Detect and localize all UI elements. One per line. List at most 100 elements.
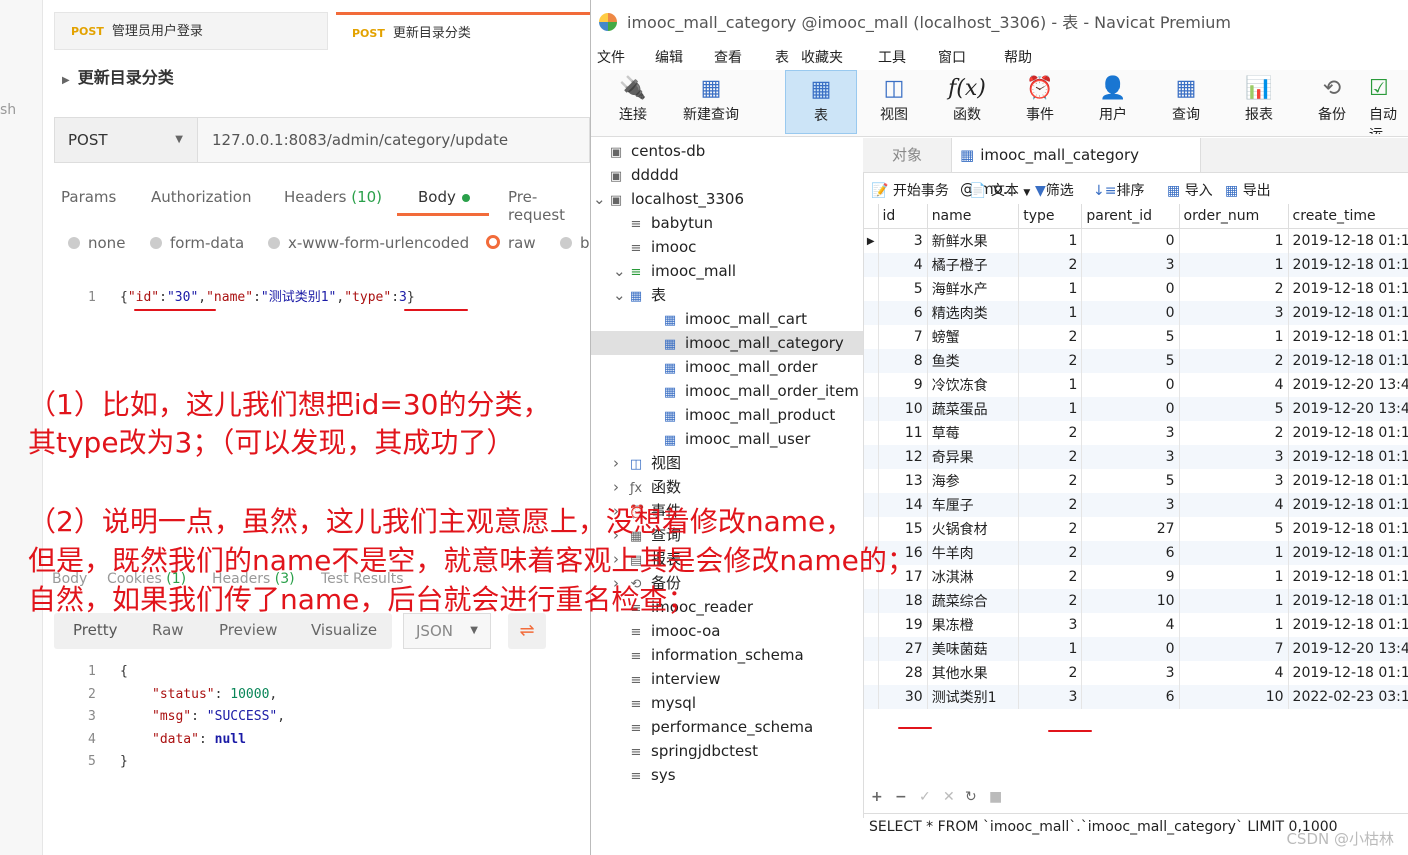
cell-name[interactable]: 奇异果: [927, 445, 1020, 469]
cell-id[interactable]: 10: [878, 397, 928, 421]
radio-binary[interactable]: b: [560, 234, 590, 252]
stop-icon[interactable]: ■: [989, 789, 1002, 805]
tree-item[interactable]: ▣ centos-db: [591, 139, 863, 163]
filter-button[interactable]: ▼筛选: [1035, 180, 1074, 200]
cell-type[interactable]: 1: [1018, 397, 1083, 421]
column-header-name[interactable]: name: [927, 204, 1020, 229]
tab-update-category[interactable]: POST 更新目录分类: [336, 12, 590, 50]
menu-favorites[interactable]: 收藏夹: [801, 47, 843, 67]
view-pretty[interactable]: Pretty: [73, 621, 118, 639]
cell-create-time[interactable]: 2019-12-18 01:1: [1288, 469, 1408, 493]
table-row[interactable]: 12 奇异果 2 3 3 2019-12-18 01:1: [864, 445, 1408, 469]
cell-name[interactable]: 橘子橙子: [927, 253, 1020, 277]
tree-item[interactable]: ≡ babytun: [591, 211, 863, 235]
sort-button[interactable]: ↓≡排序: [1093, 180, 1144, 200]
toolbar-report[interactable]: 📊 报表: [1223, 70, 1295, 134]
cell-parent-id[interactable]: 10: [1081, 589, 1180, 613]
cell-order-num[interactable]: 3: [1179, 301, 1289, 325]
cell-name[interactable]: 冰淇淋: [927, 565, 1020, 589]
column-header-id[interactable]: id: [878, 204, 928, 229]
table-row[interactable]: 17 冰淇淋 2 9 1 2019-12-18 01:1: [864, 565, 1408, 589]
cell-type[interactable]: 2: [1018, 541, 1083, 565]
cell-create-time[interactable]: 2019-12-18 01:1: [1288, 253, 1408, 277]
refresh-icon[interactable]: ↻: [965, 789, 977, 805]
cell-parent-id[interactable]: 0: [1081, 637, 1180, 661]
cell-name[interactable]: 海参: [927, 469, 1020, 493]
tree-item[interactable]: ≡ mysql: [591, 691, 863, 715]
toolbar-function[interactable]: f(x) 函数: [931, 70, 1003, 134]
tree-item[interactable]: › ◫ 视图: [591, 451, 863, 475]
cell-name[interactable]: 美味菌菇: [927, 637, 1020, 661]
table-row[interactable]: 27 美味菌菇 1 0 7 2019-12-20 13:4: [864, 637, 1408, 661]
cell-type[interactable]: 2: [1018, 565, 1083, 589]
cell-create-time[interactable]: 2019-12-18 01:1: [1288, 277, 1408, 301]
cell-create-time[interactable]: 2019-12-18 01:1: [1288, 565, 1408, 589]
cell-order-num[interactable]: 4: [1179, 661, 1289, 685]
cell-order-num[interactable]: 5: [1179, 517, 1289, 541]
cell-name[interactable]: 果冻橙: [927, 613, 1020, 637]
toolbar-connect[interactable]: 🔌 连接: [597, 70, 669, 134]
cell-name[interactable]: 蔬菜蛋品: [927, 397, 1020, 421]
column-header-order-num[interactable]: order_num: [1179, 204, 1289, 229]
cell-id[interactable]: 6: [878, 301, 928, 325]
tree-item[interactable]: ≡ performance_schema: [591, 715, 863, 739]
tree-item[interactable]: ▦ imooc_mall_cart: [591, 307, 863, 331]
cell-order-num[interactable]: 5: [1179, 397, 1289, 421]
cell-id[interactable]: 30: [878, 685, 928, 709]
toolbar-automation[interactable]: ☑自动运: [1369, 70, 1408, 134]
request-title[interactable]: ▶ 更新目录分类: [62, 64, 174, 88]
request-body-editor[interactable]: {"id":"30","name":"测试类别1","type":3}: [120, 286, 415, 305]
text-button[interactable]: 📄 文本 ▼: [969, 180, 1030, 200]
menu-file[interactable]: 文件: [597, 47, 625, 67]
tree-item[interactable]: ▦ imooc_mall_product: [591, 403, 863, 427]
import-button[interactable]: ▦ 导入: [1167, 180, 1213, 200]
toolbar-new-query[interactable]: ▦ 新建查询: [675, 70, 747, 134]
cell-create-time[interactable]: 2019-12-18 01:1: [1288, 349, 1408, 373]
table-row[interactable]: 7 螃蟹 2 5 1 2019-12-18 01:1: [864, 325, 1408, 349]
cell-id[interactable]: 4: [878, 253, 928, 277]
chevron-down-icon[interactable]: ⌄: [613, 259, 626, 283]
cell-parent-id[interactable]: 3: [1081, 253, 1180, 277]
tab-objects[interactable]: 对象: [863, 138, 951, 172]
tab-prerequest[interactable]: Pre-request: [508, 188, 590, 224]
cell-order-num[interactable]: 1: [1179, 589, 1289, 613]
cell-create-time[interactable]: 2019-12-18 01:1: [1288, 661, 1408, 685]
toolbar-query[interactable]: ▦ 查询: [1150, 70, 1222, 134]
begin-transaction-button[interactable]: 📝 开始事务: [871, 180, 949, 200]
cell-name[interactable]: 其他水果: [927, 661, 1020, 685]
table-row[interactable]: 30 测试类别1 3 6 10 2022-02-23 03:1: [864, 685, 1408, 709]
cell-order-num[interactable]: 2: [1179, 421, 1289, 445]
cell-order-num[interactable]: 1: [1179, 541, 1289, 565]
table-row[interactable]: 8 鱼类 2 5 2 2019-12-18 01:1: [864, 349, 1408, 373]
radio-urlencoded[interactable]: x-www-form-urlencoded: [268, 234, 469, 252]
cell-order-num[interactable]: 1: [1179, 613, 1289, 637]
cell-name[interactable]: 螃蟹: [927, 325, 1020, 349]
cell-parent-id[interactable]: 6: [1081, 541, 1180, 565]
tree-item[interactable]: ⌄ ▦ 表: [591, 283, 863, 307]
cell-type[interactable]: 2: [1018, 469, 1083, 493]
view-visualize[interactable]: Visualize: [311, 621, 377, 639]
table-row[interactable]: 16 牛羊肉 2 6 1 2019-12-18 01:1: [864, 541, 1408, 565]
menu-window[interactable]: 窗口: [938, 47, 966, 67]
cell-parent-id[interactable]: 0: [1081, 301, 1180, 325]
cell-type[interactable]: 2: [1018, 349, 1083, 373]
cell-name[interactable]: 新鲜水果: [927, 228, 1020, 253]
apply-icon[interactable]: ✓: [919, 789, 931, 805]
toolbar-backup[interactable]: ⟲ 备份: [1296, 70, 1368, 134]
cell-name[interactable]: 冷饮冻食: [927, 373, 1020, 397]
cell-order-num[interactable]: 4: [1179, 373, 1289, 397]
table-row[interactable]: 9 冷饮冻食 1 0 4 2019-12-20 13:4: [864, 373, 1408, 397]
cell-name[interactable]: 牛羊肉: [927, 541, 1020, 565]
view-raw[interactable]: Raw: [152, 621, 184, 639]
tree-item[interactable]: ▣ ddddd: [591, 163, 863, 187]
cell-create-time[interactable]: 2019-12-18 01:1: [1288, 517, 1408, 541]
cell-order-num[interactable]: 3: [1179, 445, 1289, 469]
cell-id[interactable]: 27: [878, 637, 928, 661]
cell-type[interactable]: 1: [1018, 637, 1083, 661]
cell-parent-id[interactable]: 3: [1081, 421, 1180, 445]
cell-create-time[interactable]: 2019-12-18 01:1: [1288, 613, 1408, 637]
tree-item[interactable]: ▦ imooc_mall_order_item: [591, 379, 863, 403]
cell-type[interactable]: 2: [1018, 445, 1083, 469]
cell-parent-id[interactable]: 5: [1081, 469, 1180, 493]
table-row[interactable]: 6 精选肉类 1 0 3 2019-12-18 01:1: [864, 301, 1408, 325]
